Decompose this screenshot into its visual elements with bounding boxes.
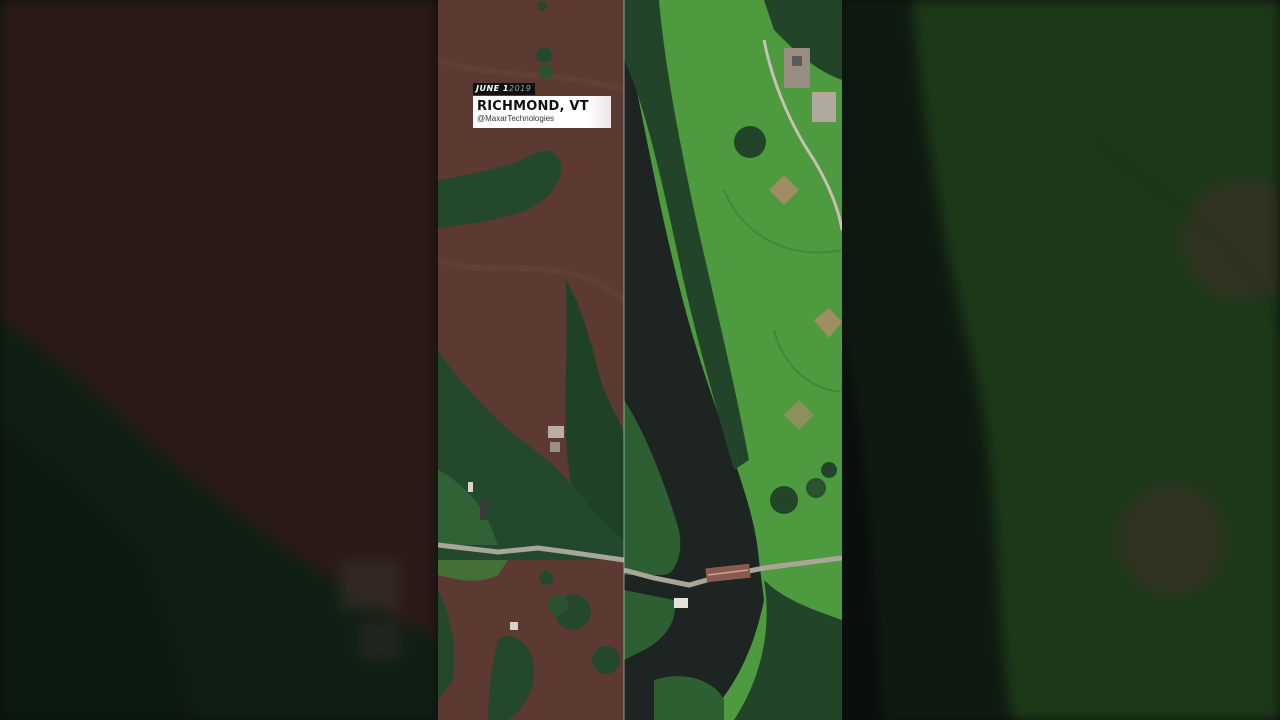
location-title: RICHMOND, VT (477, 99, 589, 114)
date-main: JUNE 1 (476, 84, 509, 93)
video-frame: JUNE 12019 RICHMOND, VT @MaxarTechnologi… (0, 0, 1280, 720)
split-divider (623, 0, 625, 720)
blurred-park-image-right (842, 0, 1280, 720)
image-credit: @MaxarTechnologies (477, 114, 555, 123)
location-caption: JUNE 12019 RICHMOND, VT @MaxarTechnologi… (473, 78, 611, 128)
blurred-flood-image-left (0, 0, 438, 720)
date-tag: JUNE 12019 (473, 83, 536, 95)
date-faded: 2019 (508, 84, 532, 93)
normal-satellite-image (624, 0, 842, 720)
title-box: RICHMOND, VT @MaxarTechnologies (473, 96, 611, 128)
blurred-background-right (842, 0, 1280, 720)
blurred-background-left (0, 0, 438, 720)
